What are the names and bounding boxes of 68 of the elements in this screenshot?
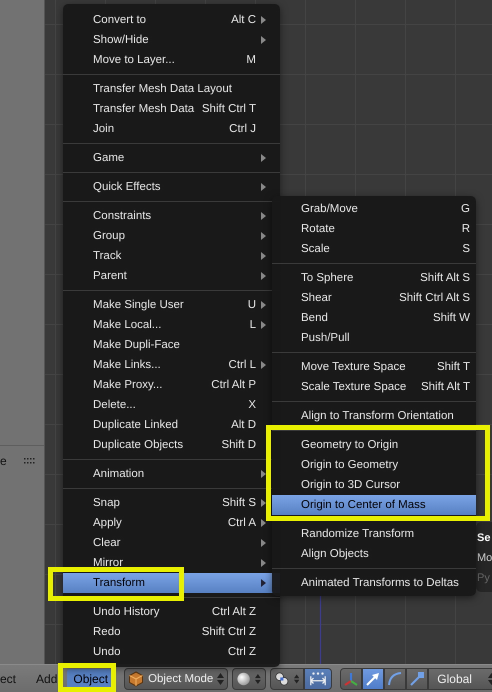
submenu-arrow-icon bbox=[261, 470, 266, 478]
menu-item[interactable]: Rotate R bbox=[272, 219, 476, 239]
menu-item[interactable]: Mo bbox=[476, 548, 492, 568]
menu-item[interactable]: Join Ctrl J bbox=[63, 119, 280, 139]
pivot-icon bbox=[275, 670, 289, 688]
orientation-dropdown[interactable]: Global bbox=[428, 668, 492, 690]
dots-arrow-icon bbox=[309, 670, 328, 686]
submenu-arrow-icon bbox=[261, 183, 266, 191]
menu-item[interactable]: Transfer Mesh Data Shift Ctrl T bbox=[63, 99, 280, 119]
menu-item[interactable]: Push/Pull bbox=[272, 328, 476, 348]
cube-icon bbox=[128, 670, 144, 686]
shading-dropdown[interactable] bbox=[232, 668, 266, 690]
center-points-toggle[interactable] bbox=[304, 668, 332, 690]
drag-handle-icon[interactable] bbox=[24, 458, 35, 464]
menu-item[interactable]: Bend Shift W bbox=[272, 308, 476, 328]
menu-item[interactable]: Transfer Mesh Data Layout bbox=[63, 79, 280, 99]
arrow-icon bbox=[365, 670, 382, 686]
menu-item[interactable]: Quick Effects bbox=[63, 177, 280, 197]
menu-item[interactable]: Game bbox=[63, 148, 280, 168]
menu-item[interactable]: Undo History Ctrl Alt Z bbox=[63, 602, 280, 622]
menu-item[interactable]: Convert to Alt C bbox=[63, 10, 280, 30]
menu-item[interactable]: Origin to 3D Cursor bbox=[272, 475, 476, 495]
submenu-arrow-icon bbox=[261, 499, 266, 507]
submenu-arrow-icon bbox=[261, 16, 266, 24]
highlight-frame bbox=[58, 663, 116, 692]
menu-item[interactable]: Redo Shift Ctrl Z bbox=[63, 622, 280, 642]
menu-item[interactable]: Origin to Geometry bbox=[272, 455, 476, 475]
menu-item[interactable]: To Sphere Shift Alt S bbox=[272, 268, 476, 288]
menu-item[interactable]: Move to Layer... M bbox=[63, 50, 280, 70]
submenu-arrow-icon bbox=[261, 232, 266, 240]
submenu-arrow-icon bbox=[261, 212, 266, 220]
mode-dropdown[interactable]: Object Mode bbox=[124, 668, 228, 690]
submenu-arrow-icon bbox=[261, 154, 266, 162]
panel-label: e bbox=[0, 454, 7, 468]
submenu-arrow-icon bbox=[261, 559, 266, 567]
submenu-arrow-icon bbox=[261, 519, 266, 527]
menu-item[interactable]: Undo Ctrl Z bbox=[63, 642, 280, 662]
menu-item[interactable]: Geometry to Origin bbox=[272, 435, 476, 455]
axes-icon bbox=[343, 670, 360, 686]
sphere-icon bbox=[237, 670, 250, 686]
menu-item[interactable]: Scale S bbox=[272, 239, 476, 259]
header-menu[interactable]: ect bbox=[0, 668, 26, 688]
submenu-arrow-icon bbox=[261, 539, 266, 547]
submenu-arrow-icon bbox=[261, 252, 266, 260]
menu-item[interactable]: Scale Texture Space Shift Alt T bbox=[272, 377, 476, 397]
pivot-dropdown[interactable] bbox=[270, 668, 304, 690]
menu-item[interactable]: Align to Transform Orientation bbox=[272, 406, 476, 426]
menu-item[interactable]: Show/Hide bbox=[63, 30, 280, 50]
menu-item[interactable]: Randomize Transform bbox=[272, 524, 476, 544]
updown-icon bbox=[294, 672, 300, 684]
submenu-arrow-icon bbox=[261, 301, 266, 309]
menu-item[interactable]: Align Objects bbox=[272, 544, 476, 564]
updown-icon bbox=[255, 672, 262, 684]
menu-item[interactable]: Grab/Move G bbox=[272, 199, 476, 219]
submenu-arrow-icon bbox=[261, 579, 266, 587]
scale-handle-icon bbox=[409, 670, 426, 686]
menu-item[interactable]: Origin to Center of Mass bbox=[272, 495, 476, 515]
menu-item[interactable]: Shear Shift Ctrl Alt S bbox=[272, 288, 476, 308]
submenu-arrow-icon bbox=[261, 361, 266, 369]
menu-item[interactable]: Move Texture Space Shift T bbox=[272, 357, 476, 377]
submenu-arrow-icon bbox=[261, 321, 266, 329]
updown-icon bbox=[217, 672, 224, 684]
header-menu[interactable]: Add bbox=[30, 668, 64, 688]
manipulator-button[interactable] bbox=[362, 668, 384, 690]
submenu-arrow-icon bbox=[261, 36, 266, 44]
menu-item[interactable]: Se bbox=[476, 528, 492, 548]
curve-icon bbox=[387, 670, 404, 686]
submenu-arrow-icon bbox=[261, 272, 266, 280]
